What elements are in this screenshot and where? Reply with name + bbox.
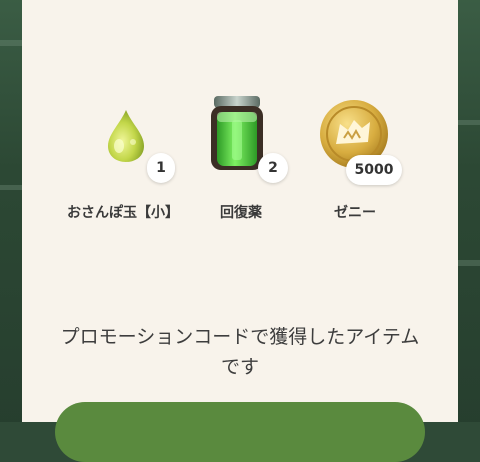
quantity-text: 5000 [354,162,394,178]
confirm-button[interactable] [55,402,425,462]
item-name: 回復薬 [220,205,262,221]
quantity-badge: 5000 [346,155,402,185]
quantity-text: 1 [156,160,166,176]
message-line-2: です [220,356,259,378]
message-line-1: プロモーションコードで獲得したアイテム [60,326,420,348]
item-name: ゼニー [334,205,376,221]
potion-jar-icon [211,96,263,170]
item-name: おさんぽ玉【小】 [67,205,179,221]
reward-message: プロモーションコードで獲得したアイテム です [22,322,458,382]
green-drop-icon [108,110,144,162]
quantity-badge: 1 [147,153,175,183]
quantity-text: 2 [268,160,278,176]
quantity-badge: 2 [258,153,288,183]
